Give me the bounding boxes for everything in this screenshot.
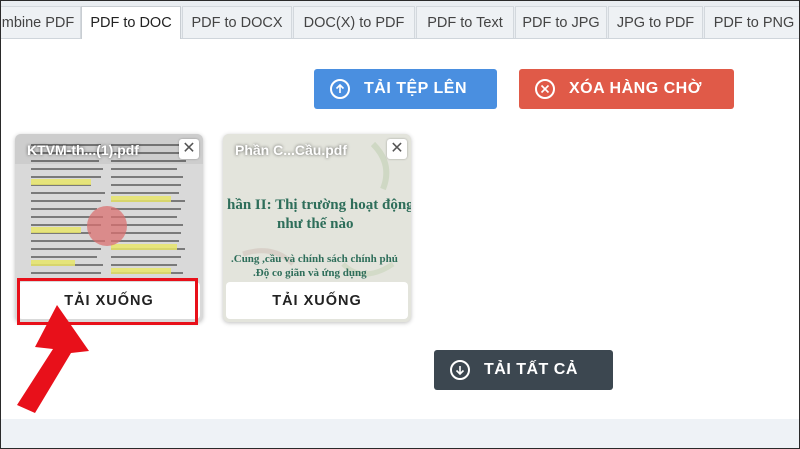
clear-queue-label: XÓA HÀNG CHỜ: [569, 80, 702, 97]
close-icon[interactable]: ✕: [179, 139, 199, 159]
footer-strip: [1, 419, 799, 448]
download-all-label: TẢI TẤT CẢ: [484, 361, 578, 378]
tab-pdf-to-jpg[interactable]: PDF to JPG: [515, 6, 607, 38]
tab-docx-to-pdf[interactable]: DOC(X) to PDF: [293, 6, 415, 38]
annotation-arrow-icon: [17, 305, 89, 413]
preview-heading: hần II: Thị trường hoạt động: [227, 197, 411, 213]
download-all-button[interactable]: TẢI TẤT CẢ: [434, 350, 613, 390]
download-button[interactable]: TẢI XUỐNG: [226, 282, 408, 319]
preview-bullet: .Độ co giãn và ứng dụng: [253, 267, 367, 279]
tab-pdf-to-docx[interactable]: PDF to DOCX: [182, 6, 292, 38]
upload-files-label: TẢI TỆP LÊN: [364, 80, 467, 97]
preview-bullet: .Cung ,cầu và chính sách chính phủ: [231, 253, 398, 265]
file-card: hần II: Thị trường hoạt động như thế nào…: [223, 134, 411, 322]
close-icon[interactable]: ✕: [387, 139, 407, 159]
preview-subheading: như thế nào: [277, 216, 354, 232]
arrow-down-circle-icon: [450, 360, 470, 380]
tool-tabs: mbine PDF PDF to DOC PDF to DOCX DOC(X) …: [1, 1, 799, 39]
tab-pdf-to-text[interactable]: PDF to Text: [416, 6, 514, 38]
upload-files-button[interactable]: TẢI TỆP LÊN: [314, 69, 497, 109]
clear-queue-button[interactable]: XÓA HÀNG CHỜ: [519, 69, 734, 109]
tab-jpg-to-pdf[interactable]: JPG to PDF: [608, 6, 703, 38]
file-name: Phần C...Cầu.pdf: [235, 142, 347, 158]
file-name: KTVM-th...(1).pdf: [27, 142, 139, 158]
x-circle-icon: [535, 79, 555, 99]
tab-combine-pdf[interactable]: mbine PDF: [1, 6, 81, 38]
tab-pdf-to-png[interactable]: PDF to PNG: [704, 6, 799, 38]
app-frame: mbine PDF PDF to DOC PDF to DOCX DOC(X) …: [0, 0, 800, 449]
tab-pdf-to-doc[interactable]: PDF to DOC: [81, 6, 181, 39]
arrow-up-circle-icon: [330, 79, 350, 99]
